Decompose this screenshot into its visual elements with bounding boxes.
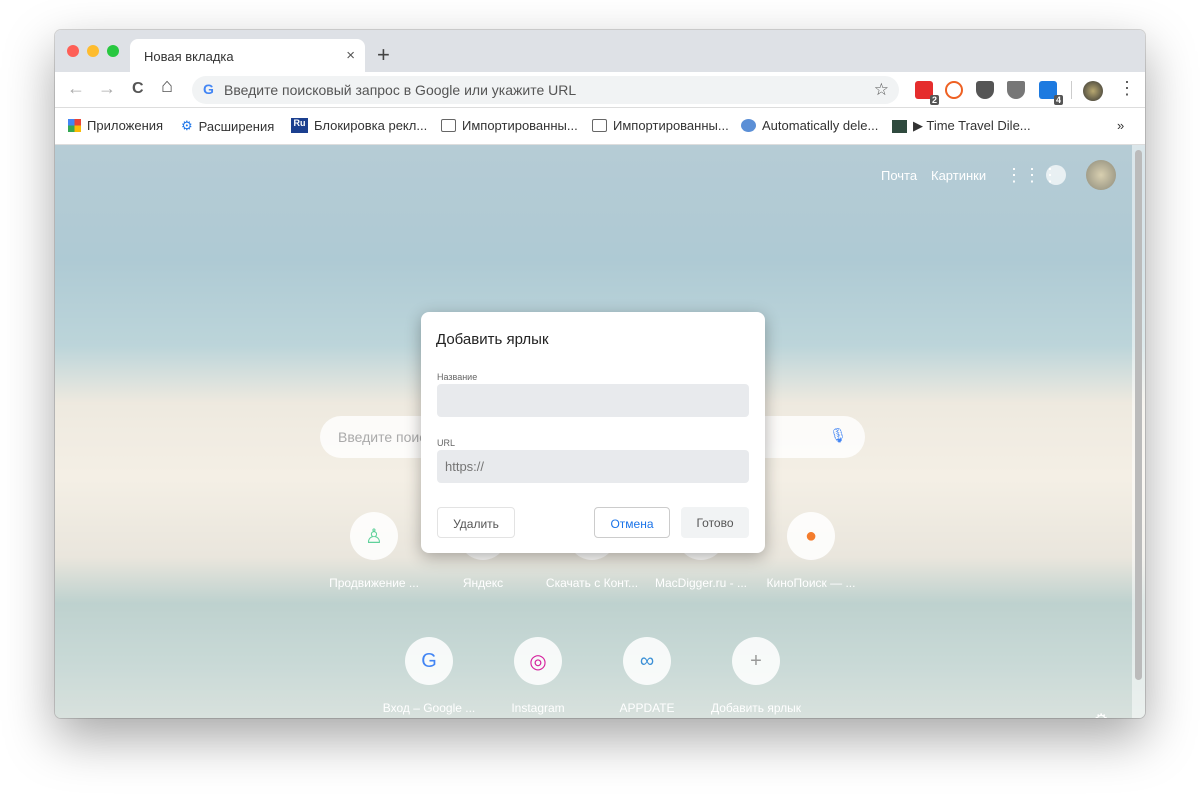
bookmark-label: Блокировка рекл... <box>314 118 428 133</box>
close-window-button[interactable] <box>67 45 79 57</box>
scrollbar-thumb[interactable] <box>1135 150 1142 680</box>
shortcut-label: Добавить ярлык <box>710 701 801 715</box>
profile-avatar[interactable] <box>1083 81 1103 101</box>
home-icon[interactable]: ⌂ <box>161 75 173 98</box>
bird-icon <box>741 119 756 132</box>
shortcut-label: APPDATE <box>619 701 675 715</box>
scrollbar[interactable] <box>1132 145 1145 718</box>
minimize-window-button[interactable] <box>87 45 99 57</box>
forward-icon[interactable]: → <box>98 78 116 99</box>
shortcut-label: Скачать с Конт... <box>545 576 639 590</box>
notifications-bell-icon[interactable] <box>1046 165 1066 185</box>
images-link[interactable]: Картинки <box>931 168 986 183</box>
google-icon: G <box>203 81 214 97</box>
mic-icon[interactable]: 🎙 <box>829 427 847 444</box>
bookmark-extensions[interactable]: ⚙ Расширения <box>181 118 274 134</box>
bookmark-folder[interactable]: Импортированны... <box>441 118 578 133</box>
back-icon[interactable]: ← <box>67 78 85 99</box>
bookmark-folder[interactable]: Импортированны... <box>592 118 729 133</box>
thumbnail-icon <box>892 119 907 133</box>
bookmarks-bar: Приложения ⚙ Расширения Ru Блокировка рекл… <box>55 108 1145 145</box>
gmail-link[interactable]: Почта <box>881 168 917 183</box>
bookmark-time-travel[interactable]: ▶ Time Travel Dile... <box>892 118 1031 134</box>
pocket-extension-icon[interactable] <box>976 81 994 99</box>
account-avatar[interactable] <box>1086 160 1116 190</box>
shortcut-label: Яндекс <box>462 576 504 590</box>
shortcut-label: Instagram <box>511 701 565 715</box>
name-input[interactable] <box>437 384 749 417</box>
shortcut-icon: + <box>732 637 780 685</box>
title-bar: Новая вкладка × + <box>55 30 1145 72</box>
folder-icon <box>441 119 456 132</box>
bookmark-label: Приложения <box>87 118 164 133</box>
bookmark-apps[interactable]: Приложения <box>68 118 163 133</box>
customize-gear-icon[interactable]: ⚙ <box>1094 710 1108 718</box>
omnibox-placeholder: Введите поисковый запрос в Google или ук… <box>224 82 577 98</box>
bookmarks-overflow-button[interactable]: » <box>1117 118 1124 133</box>
new-tab-button[interactable]: + <box>377 42 390 68</box>
bookmark-label: Расширения <box>198 118 275 134</box>
shortcut-label: Вход – Google ... <box>382 701 476 715</box>
bookmark-automatically[interactable]: Automatically dele... <box>741 118 878 133</box>
shortcut-tile[interactable]: ◎ Instagram <box>484 637 592 715</box>
shortcut-label: MacDigger.ru - ... <box>654 576 748 590</box>
gear-icon: ⚙ <box>181 118 193 133</box>
apps-grid-icon <box>68 119 81 132</box>
shortcut-tile[interactable]: + Добавить ярлык <box>702 637 810 715</box>
shortcut-icon: ◎ <box>514 637 562 685</box>
tab-new-tab[interactable]: Новая вкладка × <box>130 39 365 72</box>
url-input[interactable] <box>437 450 749 483</box>
shortcut-icon: G <box>405 637 453 685</box>
shortcut-icon: ● <box>787 512 835 560</box>
name-label: Название <box>437 372 478 382</box>
shortcut-tile[interactable]: G Вход – Google ... <box>375 637 483 715</box>
toolbar: ← → C ⌂ G Введите поисковый запрос в Goo… <box>55 72 1145 108</box>
red-extension-icon[interactable]: 2 <box>915 81 939 105</box>
shortcut-tile[interactable]: ∞ APPDATE <box>593 637 701 715</box>
shortcut-label: Продвижение ... <box>329 576 419 590</box>
extension-badge: 4 <box>1053 95 1063 105</box>
cancel-button[interactable]: Отмена <box>594 507 670 538</box>
delete-button[interactable]: Удалить <box>437 507 515 538</box>
bookmark-label: Automatically dele... <box>762 118 879 133</box>
folder-icon <box>592 119 607 132</box>
divider <box>1071 81 1072 99</box>
bookmark-adblock[interactable]: Ru Блокировка рекл... <box>291 118 427 133</box>
shortcut-icon: ∞ <box>623 637 671 685</box>
done-button[interactable]: Готово <box>681 507 749 538</box>
skype-extension-icon[interactable]: 4 <box>1039 81 1063 105</box>
tab-title: Новая вкладка <box>144 49 234 64</box>
bookmark-label: Импортированны... <box>613 118 729 133</box>
omnibox[interactable]: G Введите поисковый запрос в Google или … <box>192 76 899 104</box>
bookmark-label: Импортированны... <box>462 118 578 133</box>
bitly-extension-icon[interactable] <box>945 81 963 99</box>
new-tab-page: Почта Картинки ⋮⋮⋮ Введите поиск 🎙 ♙ Продв… <box>55 145 1145 718</box>
browser-window: Новая вкладка × + ← → C ⌂ G Введите поис… <box>55 30 1145 718</box>
menu-icon[interactable]: ⋮ <box>1118 78 1136 99</box>
bookmark-label: ▶ Time Travel Dile... <box>913 118 1031 133</box>
zoom-window-button[interactable] <box>107 45 119 57</box>
shortcut-tile[interactable]: ♙ Продвижение ... <box>320 512 428 590</box>
add-shortcut-dialog: Добавить ярлык Название URL Удалить Отме… <box>421 312 765 553</box>
shortcut-tile[interactable]: ● КиноПоиск — ... <box>757 512 865 590</box>
ru-icon: Ru <box>291 118 308 133</box>
extension-badge: 2 <box>929 95 939 105</box>
url-label: URL <box>437 438 456 448</box>
bookmark-star-icon[interactable]: ☆ <box>874 80 889 100</box>
dialog-title: Добавить ярлык <box>436 331 549 348</box>
shortcut-icon: ♙ <box>350 512 398 560</box>
reload-icon[interactable]: C <box>132 80 144 98</box>
ublock-extension-icon[interactable] <box>1007 81 1025 99</box>
tab-close-icon[interactable]: × <box>346 47 355 64</box>
shortcut-label: КиноПоиск — ... <box>766 576 856 590</box>
search-placeholder: Введите поиск <box>338 429 433 445</box>
